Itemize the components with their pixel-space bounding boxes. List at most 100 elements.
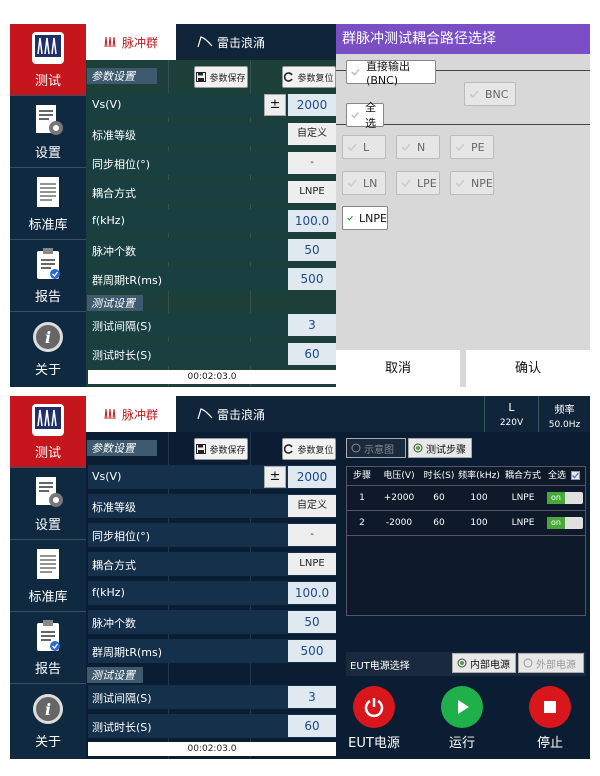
polarity-button[interactable]: ± bbox=[264, 466, 286, 488]
eut-power-button[interactable]: EUT电源 bbox=[342, 686, 406, 751]
option-pe-checkbox[interactable]: PE bbox=[450, 135, 494, 159]
sidebar-item-report[interactable]: 报告 bbox=[10, 612, 86, 684]
internal-power-radio[interactable]: 内部电源 bbox=[452, 653, 516, 673]
param-value-duration[interactable]: 60 bbox=[288, 343, 336, 365]
toggle-label: on bbox=[547, 492, 565, 504]
check-icon bbox=[347, 143, 357, 152]
param-label: 测试时长(S) bbox=[92, 721, 152, 734]
sidebar-item-label: 设置 bbox=[34, 518, 61, 533]
option-lnpe-checkbox[interactable]: LNPE bbox=[342, 206, 388, 230]
reset-params-label: 参数复位 bbox=[297, 445, 334, 456]
option-label: LN bbox=[363, 176, 378, 190]
tab-steps-label: 测试步骤 bbox=[426, 444, 466, 456]
waveform-icon bbox=[32, 404, 64, 436]
param-row-phase: 同步相位(°) - bbox=[88, 151, 336, 175]
tab-burst[interactable]: 脉冲群 bbox=[86, 24, 176, 60]
line-label: L bbox=[508, 401, 515, 414]
run-button[interactable]: 运行 bbox=[430, 686, 494, 751]
svg-text:i: i bbox=[45, 328, 51, 347]
param-value-period[interactable]: 500 bbox=[288, 640, 336, 662]
param-value-phase[interactable]: - bbox=[288, 152, 336, 174]
tab-burst[interactable]: 脉冲群 bbox=[86, 396, 176, 432]
param-value-pulses[interactable]: 50 bbox=[288, 239, 336, 261]
param-value-freq[interactable]: 100.0 bbox=[288, 582, 336, 604]
param-value-interval[interactable]: 3 bbox=[288, 686, 336, 708]
info-icon: i bbox=[33, 321, 63, 352]
save-params-button[interactable]: 参数保存 bbox=[194, 66, 248, 88]
tab-surge[interactable]: 雷击浪涌 bbox=[176, 396, 286, 432]
sidebar-item-label: 报告 bbox=[34, 662, 61, 677]
table-row[interactable]: 1 +2000 60 100 LNPE on bbox=[347, 486, 585, 510]
sidebar-item-settings[interactable]: 设置 bbox=[10, 468, 86, 540]
param-row-coupling: 耦合方式 LNPE bbox=[88, 180, 336, 204]
sidebar-item-test[interactable]: 测试 bbox=[10, 24, 86, 96]
sidebar-item-settings[interactable]: 设置 bbox=[10, 96, 86, 168]
direct-output-checkbox[interactable]: 直接输出(BNC) bbox=[346, 60, 436, 87]
option-lpe-checkbox[interactable]: LPE bbox=[396, 171, 440, 195]
standard-doc-icon bbox=[37, 177, 59, 207]
step-toggle[interactable]: on bbox=[547, 492, 583, 504]
param-value-freq[interactable]: 100.0 bbox=[288, 210, 336, 232]
sidebar-item-report[interactable]: 报告 bbox=[10, 240, 86, 312]
header-step: 步骤 bbox=[352, 471, 371, 481]
stop-button[interactable]: 停止 bbox=[518, 686, 582, 751]
sidebar-item-label: 测试 bbox=[34, 446, 61, 461]
report-clipboard-icon bbox=[37, 620, 60, 651]
param-label: 测试间隔(S) bbox=[92, 320, 152, 333]
radio-on-icon bbox=[457, 658, 467, 668]
cancel-button[interactable]: 取消 bbox=[336, 350, 460, 387]
reset-params-button[interactable]: 参数复位 bbox=[282, 66, 336, 88]
tab-diagram[interactable]: 示意图 bbox=[346, 438, 406, 458]
param-value-period[interactable]: 500 bbox=[288, 268, 336, 290]
sidebar-item-standards[interactable]: 标准库 bbox=[10, 168, 86, 240]
test-steps-table: 步骤 电压(V) 时长(S) 频率(kHz) 耦合方式 全选 1 +2000 6… bbox=[346, 466, 586, 616]
sidebar-item-about[interactable]: i 关于 bbox=[10, 312, 86, 384]
param-value-vs[interactable]: 2000 bbox=[288, 94, 336, 116]
param-value-duration[interactable]: 60 bbox=[288, 715, 336, 737]
sidebar-item-standards[interactable]: 标准库 bbox=[10, 540, 86, 612]
option-ln-checkbox[interactable]: LN bbox=[342, 171, 386, 195]
option-npe-checkbox[interactable]: NPE bbox=[450, 171, 494, 195]
tab-diagram-label: 示意图 bbox=[364, 444, 394, 456]
param-value-interval[interactable]: 3 bbox=[288, 314, 336, 336]
check-icon bbox=[455, 179, 465, 188]
param-value-level[interactable]: 自定义 bbox=[288, 123, 336, 145]
reset-params-button[interactable]: 参数复位 bbox=[282, 438, 336, 460]
param-value-pulses[interactable]: 50 bbox=[288, 611, 336, 633]
external-power-radio[interactable]: 外部电源 bbox=[518, 653, 584, 673]
sidebar-item-label: 关于 bbox=[34, 362, 61, 378]
sidebar-item-test[interactable]: 测试 bbox=[10, 396, 86, 468]
tab-steps[interactable]: 测试步骤 bbox=[408, 438, 472, 458]
table-row[interactable]: 2 -2000 60 100 LNPE on bbox=[347, 511, 585, 535]
bnc-checkbox[interactable]: BNC bbox=[464, 82, 516, 106]
internal-power-label: 内部电源 bbox=[470, 659, 510, 671]
coupling-dialog: 群脉冲测试耦合路径选择 直接输出(BNC) BNC 全选 L N PE LN L… bbox=[336, 24, 590, 387]
param-value-phase[interactable]: - bbox=[288, 524, 336, 546]
sidebar-item-label: 报告 bbox=[34, 290, 61, 305]
cell-duration: 60 bbox=[433, 518, 445, 528]
select-all-checkbox[interactable] bbox=[571, 471, 580, 480]
check-icon bbox=[401, 179, 411, 188]
param-value-coupling[interactable]: LNPE bbox=[288, 181, 336, 203]
power-icon bbox=[353, 686, 395, 728]
tab-surge[interactable]: 雷击浪涌 bbox=[176, 24, 286, 60]
select-all-checkbox[interactable]: 全选 bbox=[346, 101, 384, 130]
stop-label: 停止 bbox=[536, 736, 563, 751]
check-icon bbox=[347, 215, 353, 221]
option-l-checkbox[interactable]: L bbox=[342, 135, 386, 159]
param-value-level[interactable]: 自定义 bbox=[288, 495, 336, 517]
confirm-button[interactable]: 确认 bbox=[466, 350, 590, 387]
param-value-coupling[interactable]: LNPE bbox=[288, 553, 336, 575]
param-row-level: 标准等级 自定义 bbox=[88, 122, 336, 146]
step-toggle[interactable]: on bbox=[547, 517, 583, 529]
option-n-checkbox[interactable]: N bbox=[396, 135, 440, 159]
param-value-vs[interactable]: 2000 bbox=[288, 466, 336, 488]
burst-wave-icon bbox=[104, 36, 116, 48]
check-icon bbox=[347, 179, 357, 188]
polarity-button[interactable]: ± bbox=[264, 94, 286, 116]
cell-freq: 100 bbox=[470, 493, 488, 503]
save-params-button[interactable]: 参数保存 bbox=[194, 438, 248, 460]
param-label: f(kHz) bbox=[92, 586, 125, 599]
radio-off-icon bbox=[351, 443, 361, 453]
sidebar-item-about[interactable]: i 关于 bbox=[10, 684, 86, 756]
